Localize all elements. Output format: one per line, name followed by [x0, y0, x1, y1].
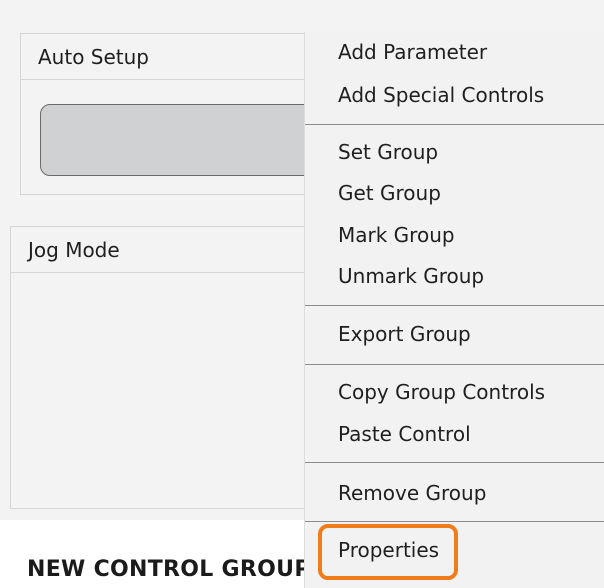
menu-item-mark-group[interactable]: Mark Group: [338, 220, 455, 250]
menu-separator: [305, 124, 604, 125]
auto-setup-button[interactable]: [40, 104, 340, 176]
properties-highlight: [318, 524, 458, 580]
menu-item-add-special-controls[interactable]: Add Special Controls: [338, 80, 544, 110]
menu-item-paste-control[interactable]: Paste Control: [338, 419, 471, 449]
menu-item-copy-group-controls[interactable]: Copy Group Controls: [338, 377, 545, 407]
menu-item-export-group[interactable]: Export Group: [338, 319, 471, 349]
menu-separator: [305, 364, 604, 365]
new-control-group-label: NEW CONTROL GROUP: [27, 557, 311, 582]
jog-mode-title: Jog Mode: [11, 227, 319, 273]
menu-separator: [305, 305, 604, 306]
menu-item-get-group[interactable]: Get Group: [338, 178, 441, 208]
menu-item-add-parameter[interactable]: Add Parameter: [338, 37, 487, 67]
menu-separator: [305, 521, 604, 522]
menu-item-remove-group[interactable]: Remove Group: [338, 478, 486, 508]
menu-item-set-group[interactable]: Set Group: [338, 137, 438, 167]
auto-setup-title: Auto Setup: [21, 34, 319, 80]
menu-separator: [305, 462, 604, 463]
auto-setup-group: Auto Setup: [20, 33, 340, 195]
context-menu: Add Parameter Add Special Controls Set G…: [304, 32, 604, 588]
menu-item-unmark-group[interactable]: Unmark Group: [338, 261, 484, 291]
jog-mode-group: Jog Mode: [10, 226, 320, 509]
